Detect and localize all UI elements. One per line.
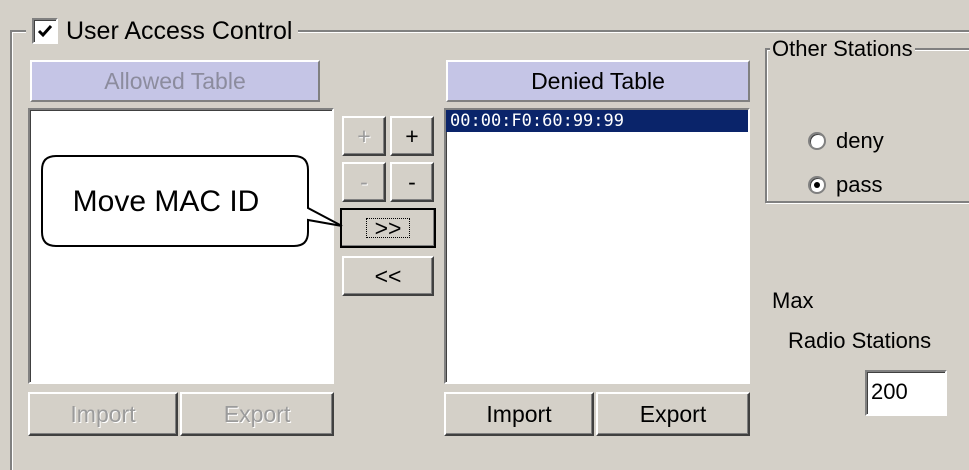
user-access-control-legend: User Access Control [26, 13, 299, 49]
allowed-export-button[interactable]: Export [180, 392, 334, 436]
pass-radio[interactable] [808, 176, 826, 194]
user-access-control-checkbox[interactable] [32, 18, 58, 44]
radio-selected-dot [814, 182, 820, 188]
add-denied-button[interactable]: + [390, 116, 434, 156]
move-to-allowed-button[interactable]: << [342, 256, 434, 296]
move-to-denied-label: >> [365, 217, 411, 240]
other-stations-title: Other Stations [770, 36, 915, 62]
checkmark-icon [37, 25, 53, 38]
allowed-import-button[interactable]: Import [28, 392, 178, 436]
denied-table-list[interactable]: 00:00:F0:60:99:99 [444, 108, 750, 384]
pass-radio-option[interactable]: pass [808, 172, 882, 198]
max-stations-label-line1: Max [772, 288, 814, 313]
callout-text: Move MAC ID [72, 185, 260, 218]
user-access-control-title: User Access Control [66, 16, 293, 45]
remove-denied-button[interactable]: - [390, 162, 434, 202]
denied-table-header: Denied Table [446, 60, 750, 102]
denied-export-button[interactable]: Export [596, 392, 750, 436]
pass-radio-label: pass [836, 172, 883, 197]
denied-import-button[interactable]: Import [444, 392, 594, 436]
allowed-table-header: Allowed Table [30, 60, 320, 102]
deny-radio-label: deny [836, 128, 884, 153]
deny-radio[interactable] [808, 132, 826, 150]
deny-radio-option[interactable]: deny [808, 128, 884, 154]
denied-list-item[interactable]: 00:00:F0:60:99:99 [446, 110, 748, 132]
max-stations-input[interactable]: 200 [865, 370, 947, 416]
max-stations-label-line2: Radio Stations [788, 328, 932, 353]
